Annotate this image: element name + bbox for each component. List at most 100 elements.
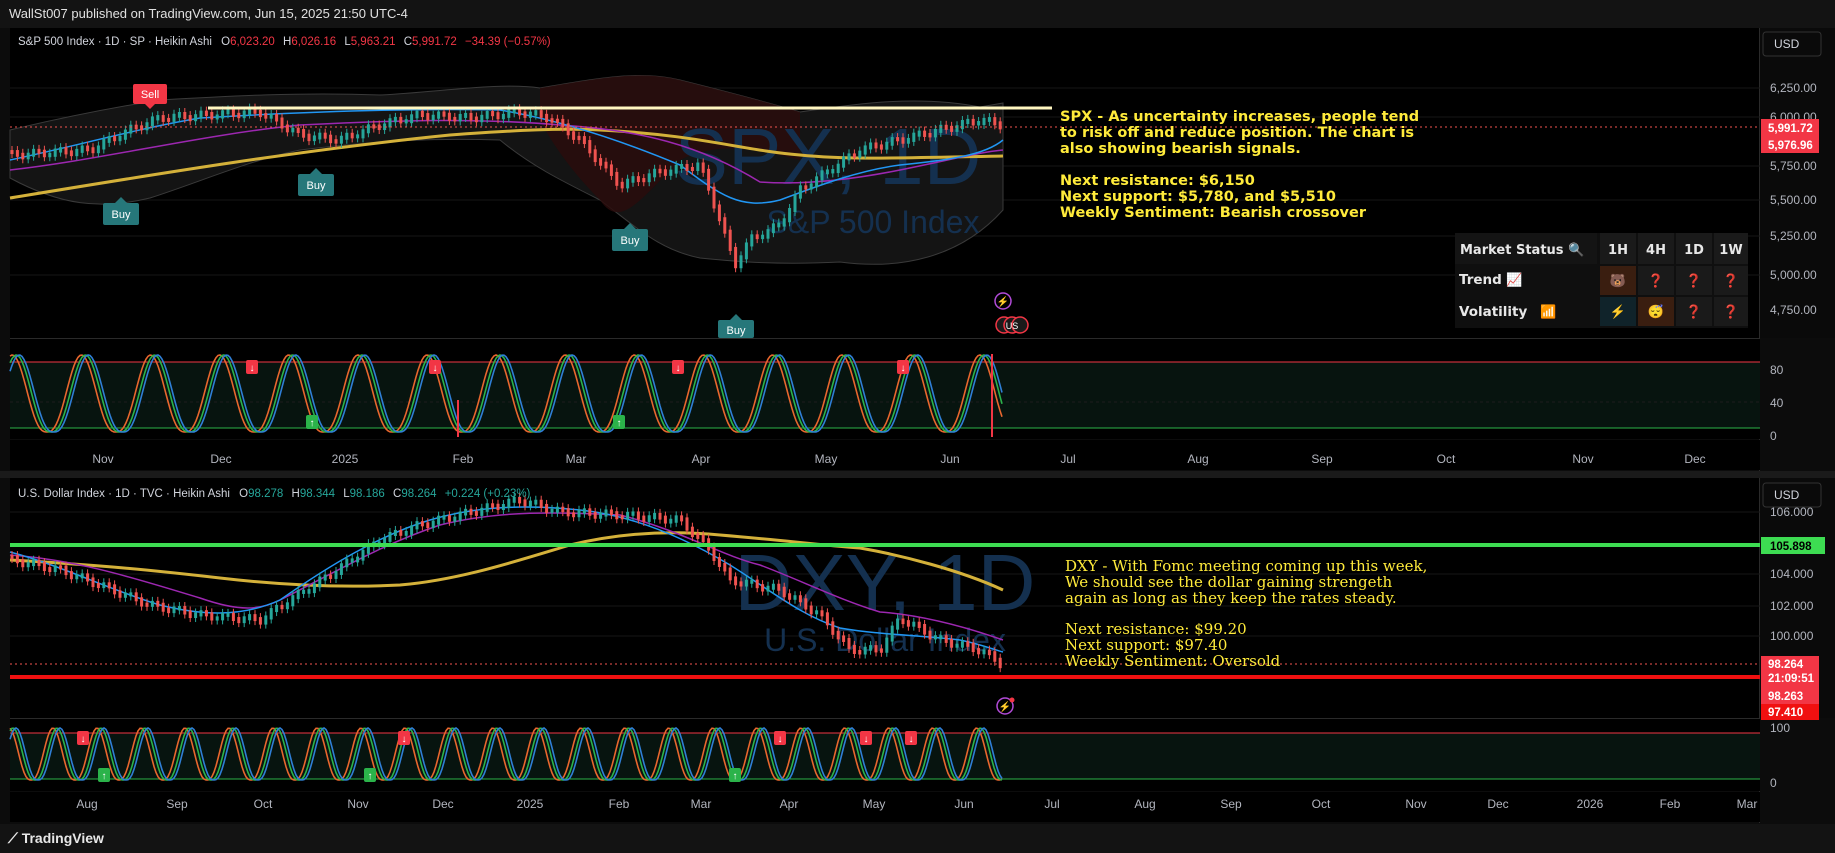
candle [323,132,327,139]
candle [210,112,214,120]
signal-bars-icon: 📶 [1540,304,1556,319]
candle [258,109,262,118]
question-icon: ❓ [1723,304,1739,319]
us-economic-events-icon[interactable]: US [995,316,1029,334]
svg-text:↑: ↑ [733,771,738,782]
candle [291,127,295,133]
svg-text:Apr: Apr [780,797,799,811]
candle [80,573,84,579]
candle [744,242,748,260]
candle [831,621,835,635]
candle [215,114,219,120]
candle [156,600,160,607]
candle [226,612,230,617]
candle [474,116,478,123]
candle [458,511,462,521]
candle [890,625,894,642]
candle [167,117,171,122]
candle [302,129,306,138]
svg-text:Dec: Dec [432,797,453,811]
spx-price-axis[interactable] [1760,28,1835,338]
candle [447,112,451,121]
dxy-watermark-name: U.S. Dollar Index [764,622,1006,658]
spx-price-labels: 5,991.72 5,976.96 [1761,119,1819,153]
candle [523,111,527,118]
candle [998,121,1002,130]
candle [53,565,57,573]
candle [334,570,338,579]
dxy-legend[interactable]: U.S. Dollar Index · 1D · TVC · Heikin As… [18,488,531,500]
candle [420,110,424,118]
candle [221,110,225,119]
candle [474,510,478,516]
candle [636,511,640,520]
candle [140,125,144,131]
candle [10,150,14,155]
candle [820,610,824,617]
candle [221,612,225,621]
candle [318,576,322,588]
svg-text:Volatility: Volatility [1459,304,1528,320]
candle [145,122,149,131]
candle [21,559,25,568]
svg-text:↓: ↓ [81,734,86,745]
candle [788,593,792,600]
market-status-table: Market Status 🔍 1H 4H 1D 1W Trend 📈 🐻 ❓ … [1455,233,1748,328]
svg-text:21:09:51: 21:09:51 [1768,673,1815,685]
candle [204,110,208,117]
candle [836,630,840,640]
candle [734,246,738,269]
candle [420,521,424,527]
candle [339,135,343,144]
svg-text:5,750.00: 5,750.00 [1770,159,1817,173]
candle [285,124,289,133]
candle [993,651,997,662]
svg-text:Mar: Mar [566,452,587,466]
candle [64,147,68,155]
candle [674,515,678,523]
candle [485,503,489,512]
candle [350,132,354,139]
question-icon: ❓ [1686,304,1702,319]
svg-text:↓: ↓ [250,363,255,374]
candle [971,118,975,126]
candle [431,114,435,121]
chart-workspace[interactable]: SPX, 1D S&P 500 Index Sell Buy Buy Buy B… [0,0,1835,853]
svg-text:5,500.00: 5,500.00 [1770,193,1817,207]
candle [771,223,775,234]
candle [86,145,90,152]
candle [998,657,1002,669]
candle [977,648,981,655]
candle [91,147,95,154]
svg-text:Dec: Dec [1684,452,1705,466]
svg-text:USD: USD [1774,488,1800,502]
candle [231,109,235,117]
candle [858,650,862,655]
spx-legend[interactable]: S&P 500 Index · 1D · SP · Heikin Ashi O6… [18,36,551,48]
dxy-currency-button[interactable]: USD [1762,482,1822,508]
candle [329,574,333,579]
candle [599,158,603,166]
svg-text:97.410: 97.410 [1768,707,1803,719]
svg-text:⚡: ⚡ [997,295,1009,308]
svg-text:Buy: Buy [621,235,640,247]
tradingview-logo[interactable]: ⟋ TradingView [8,830,104,847]
candle [431,520,435,529]
svg-text:98.263: 98.263 [1768,691,1803,703]
candle [37,559,41,567]
svg-text:40: 40 [1770,396,1784,410]
candle [75,148,79,157]
candle [469,508,473,515]
spx-currency-button[interactable]: USD [1762,31,1822,57]
candle [690,166,694,172]
candle [15,555,19,564]
candle [663,169,667,176]
candle [523,499,527,507]
candle [642,515,646,522]
candle [842,635,846,642]
tradingview-footer: ⟋ TradingView [0,824,1835,853]
svg-text:US: US [1006,321,1019,331]
candle [712,186,716,209]
candle [642,178,646,183]
candle [966,641,970,647]
